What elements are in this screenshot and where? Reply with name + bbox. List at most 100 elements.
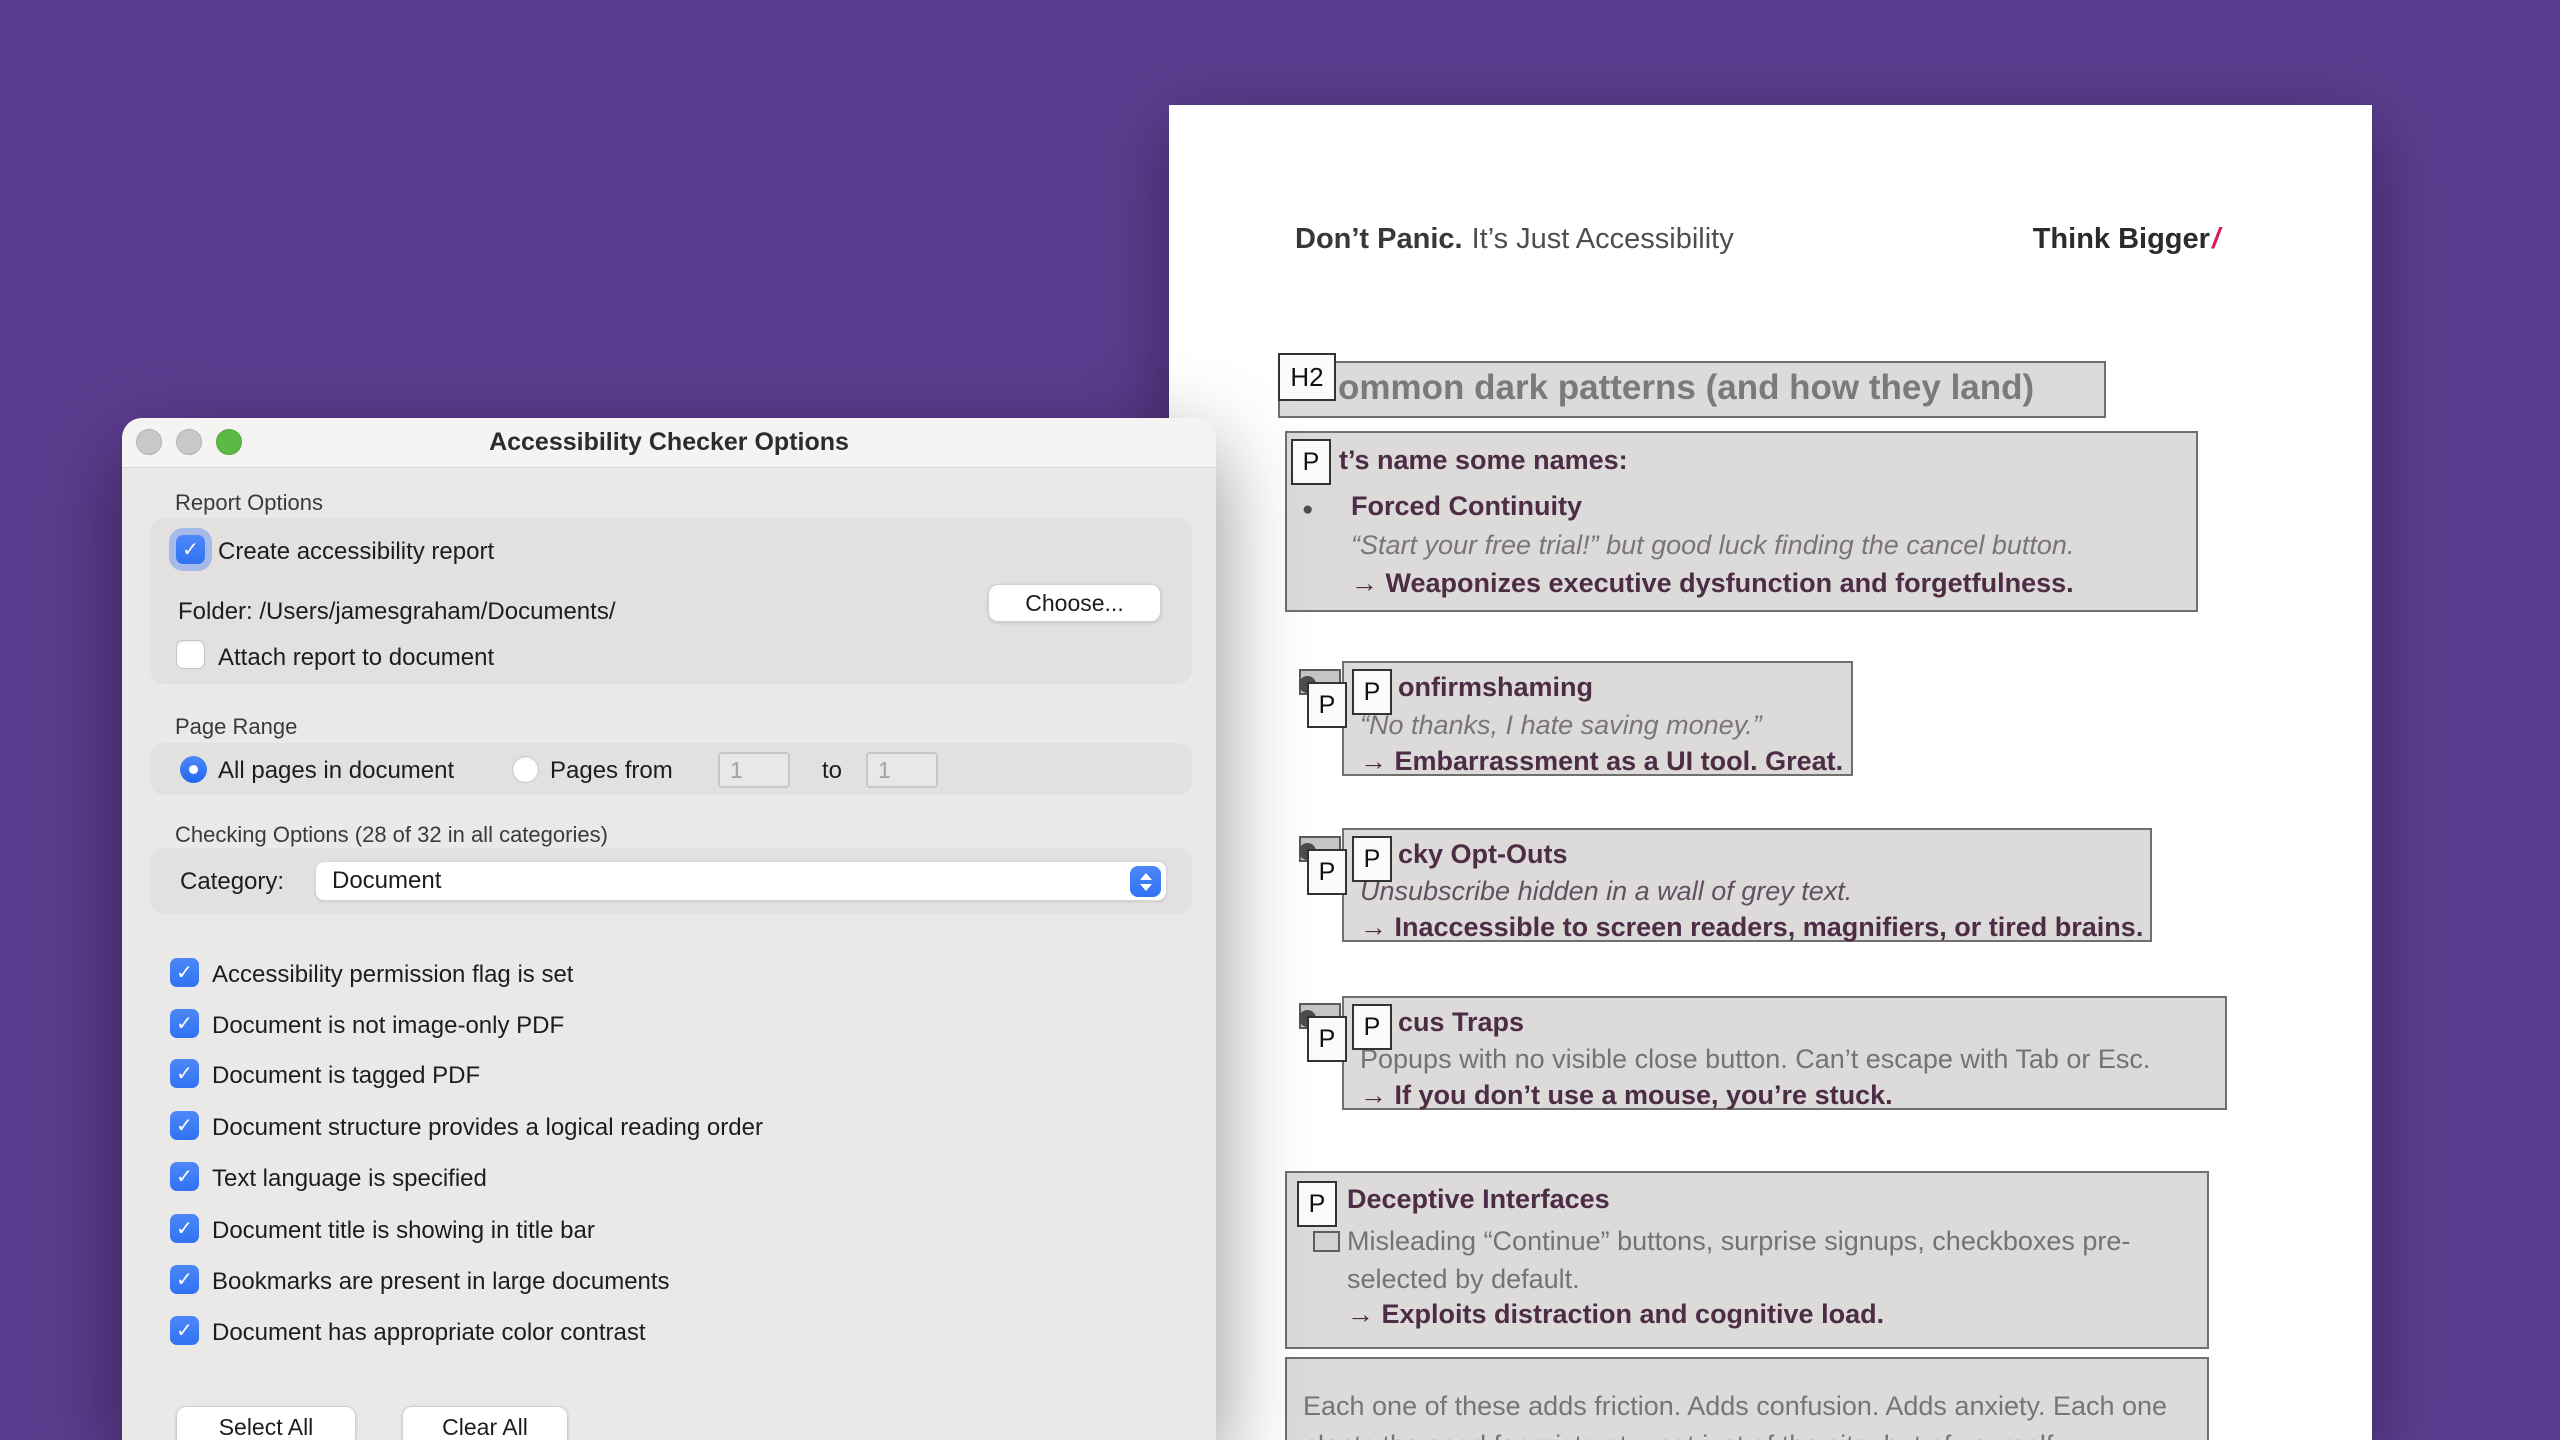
- select-all-button[interactable]: Select All: [176, 1406, 356, 1440]
- check-row-label: Document has appropriate color contrast: [212, 1319, 646, 1346]
- pattern-desc: Unsubscribe hidden in a wall of grey tex…: [1360, 876, 1853, 906]
- outer-tag-cluster: P: [1293, 834, 1355, 904]
- logo-text: Think Bigger: [2032, 223, 2210, 255]
- check-row-label: Text language is specified: [212, 1165, 487, 1192]
- chevron-down-icon: [1139, 883, 1152, 891]
- check-icon: ✓: [176, 1115, 193, 1137]
- header-title-bold: Don’t Panic.: [1295, 223, 1463, 255]
- check-icon: ✓: [176, 1063, 193, 1085]
- check-icon: ✓: [176, 1013, 193, 1035]
- bullet-icon: ●: [1302, 499, 1314, 520]
- check-row-checkbox[interactable]: ✓: [170, 1059, 199, 1088]
- p-tag-label: P: [1297, 1181, 1337, 1227]
- check-row-checkbox[interactable]: ✓: [170, 1214, 199, 1243]
- report-options-section-label: Report Options: [175, 490, 323, 515]
- outer-tag-cluster: P: [1293, 1001, 1355, 1071]
- dialog-title-bar[interactable]: Accessibility Checker Options: [122, 418, 1216, 468]
- minimize-window-button[interactable]: [176, 429, 202, 455]
- dialog-title: Accessibility Checker Options: [489, 428, 849, 456]
- pattern-quote: “Start your free trial!” but good luck f…: [1351, 530, 2075, 560]
- section-heading-text: ommon dark patterns (and how they land): [1338, 368, 2035, 407]
- closing-paragraph: Each one of these adds friction. Adds co…: [1303, 1391, 2168, 1440]
- accessibility-checker-options-dialog: Accessibility Checker Options Report Opt…: [122, 418, 1216, 1440]
- pattern-impact: → Weaponizes executive dysfunction and f…: [1351, 568, 2074, 598]
- checking-options-section-label: Checking Options (28 of 32 in all catego…: [175, 822, 608, 847]
- tagged-paragraph-block-names: P t’s name some names: ● Forced Continui…: [1285, 431, 2198, 612]
- check-row-checkbox[interactable]: ✓: [170, 1162, 199, 1191]
- tagged-paragraph-block-deceptive: P Deceptive Interfaces Misleading “Conti…: [1285, 1171, 2209, 1349]
- tagged-heading-block: H2 ommon dark patterns (and how they lan…: [1278, 353, 2106, 418]
- check-row-label: Bookmarks are present in large documents: [212, 1268, 670, 1295]
- to-label: to: [822, 757, 843, 784]
- all-pages-radio[interactable]: [180, 756, 207, 783]
- check-row-checkbox[interactable]: ✓: [170, 1009, 199, 1038]
- p-tag-label: P: [1352, 669, 1392, 715]
- check-row-label: Document is tagged PDF: [212, 1062, 481, 1089]
- check-row-checkbox[interactable]: ✓: [170, 958, 199, 987]
- check-row-label: Accessibility permission flag is set: [212, 961, 574, 988]
- pattern-desc: Misleading “Continue” buttons, surprise …: [1347, 1226, 2131, 1294]
- pages-from-radio[interactable]: [512, 756, 539, 783]
- tagged-paragraph-block-optouts: P cky Opt-Outs Unsubscribe hidden in a w…: [1342, 828, 2152, 942]
- check-row-label: Document title is showing in title bar: [212, 1217, 595, 1244]
- check-row-checkbox[interactable]: ✓: [170, 1316, 199, 1345]
- pattern-title: onfirmshaming: [1398, 672, 1594, 702]
- check-icon: ✓: [176, 1269, 193, 1291]
- page-to-input[interactable]: 1: [866, 752, 938, 788]
- page-from-input[interactable]: 1: [718, 752, 790, 788]
- up-down-chevrons-icon: [1130, 866, 1161, 897]
- clear-all-button[interactable]: Clear All: [402, 1406, 568, 1440]
- logo-slash-icon: /: [2211, 223, 2220, 255]
- page-range-section: All pages in document Pages from 1 to 1: [150, 743, 1192, 795]
- think-bigger-logo: Think Bigger/: [2033, 223, 2220, 256]
- check-icon: ✓: [182, 539, 199, 561]
- category-dropdown[interactable]: Document: [315, 861, 1167, 901]
- tagged-paragraph-block-focustraps: P cus Traps Popups with no visible close…: [1342, 996, 2227, 1110]
- p-tag-label: P: [1307, 682, 1347, 728]
- p-tag-label: P: [1352, 836, 1392, 882]
- check-row-checkbox[interactable]: ✓: [170, 1265, 199, 1294]
- header-title-rest: It’s Just Accessibility: [1471, 223, 1734, 255]
- category-section: Category: Document: [150, 848, 1192, 914]
- outer-tag-cluster: P: [1293, 667, 1355, 737]
- p-tag-label: P: [1291, 439, 1331, 485]
- all-pages-label: All pages in document: [218, 757, 455, 784]
- zoom-window-button[interactable]: [216, 429, 242, 455]
- report-options-section: ✓ Create accessibility report Folder: /U…: [150, 518, 1192, 684]
- tagged-paragraph-block-confirmshaming: P onfirmshaming “No thanks, I hate savin…: [1342, 661, 1853, 776]
- page-range-section-label: Page Range: [175, 714, 298, 739]
- check-row-label: Document structure provides a logical re…: [212, 1114, 763, 1141]
- p-tag-label: P: [1352, 1004, 1392, 1050]
- create-report-checkbox[interactable]: ✓: [176, 535, 205, 564]
- paragraph-lead: t’s name some names:: [1339, 445, 1628, 475]
- document-header: Don’t Panic. It’s Just Accessibility Thin…: [1295, 223, 2220, 256]
- attach-report-checkbox[interactable]: [176, 640, 205, 669]
- check-row-checkbox[interactable]: ✓: [170, 1111, 199, 1140]
- pdf-document-page: Don’t Panic. It’s Just Accessibility Thin…: [1169, 105, 2372, 1440]
- pattern-title: Deceptive Interfaces: [1347, 1184, 1610, 1214]
- pattern-quote: “No thanks, I hate saving money.”: [1360, 710, 1762, 740]
- pattern-title: cus Traps: [1398, 1007, 1525, 1037]
- document-header-title: Don’t Panic. It’s Just Accessibility: [1295, 223, 1734, 256]
- check-icon: ✓: [176, 962, 193, 984]
- pattern-impact: → If you don’t use a mouse, you’re stuck…: [1360, 1080, 1893, 1110]
- pattern-desc: Popups with no visible close button. Can…: [1360, 1044, 2151, 1074]
- p-tag-label: P: [1307, 1016, 1347, 1062]
- choose-folder-button[interactable]: Choose...: [988, 584, 1161, 622]
- tagged-paragraph-block-closing: Each one of these adds friction. Adds co…: [1285, 1357, 2209, 1440]
- pages-from-label: Pages from: [550, 757, 673, 784]
- chevron-up-icon: [1139, 872, 1152, 880]
- category-value: Document: [332, 867, 442, 894]
- check-icon: ✓: [176, 1166, 193, 1188]
- pattern-title: cky Opt-Outs: [1398, 839, 1568, 869]
- create-report-label: Create accessibility report: [218, 538, 495, 565]
- p-tag-label: P: [1307, 849, 1347, 895]
- category-label: Category:: [180, 868, 285, 895]
- close-window-button[interactable]: [136, 429, 162, 455]
- check-row-label: Document is not image-only PDF: [212, 1012, 565, 1039]
- tag-anchor-stub: [1313, 1231, 1340, 1252]
- check-icon: ✓: [176, 1218, 193, 1240]
- attach-report-label: Attach report to document: [218, 644, 495, 671]
- pattern-impact: → Exploits distraction and cognitive loa…: [1347, 1299, 1885, 1329]
- window-controls: [136, 429, 242, 455]
